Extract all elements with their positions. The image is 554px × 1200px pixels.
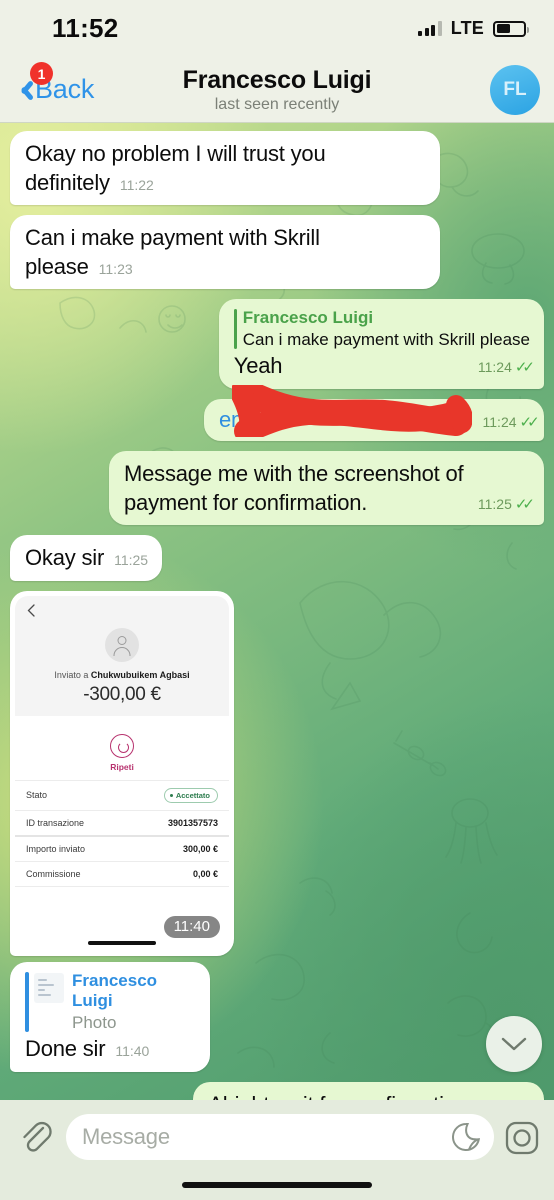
reply-thumbnail — [34, 972, 64, 1003]
reply-quote[interactable]: Francesco Luigi Photo — [25, 971, 196, 1033]
message-bubble-photo[interactable]: Inviato a Chukwubuikem Agbasi -300,00 € … — [10, 590, 234, 956]
message-bubble-outgoing-redacted[interactable]: emxxxxxxxxxxxxxxxxxxxm11:24✓✓ — [204, 384, 544, 442]
message-meta: 11:25 ✓✓ — [468, 495, 535, 514]
message-link-suffix[interactable]: m — [454, 407, 472, 432]
message-bubble-incoming[interactable]: Francesco Luigi Photo Done sir 11:40 — [10, 961, 210, 1072]
photo-timestamp: 11:40 — [163, 915, 220, 938]
message-time: 11:24 — [477, 359, 512, 376]
receipt-row: Stato Accettato — [15, 781, 229, 811]
receipt-row-key: Importo inviato — [26, 843, 86, 854]
message-time: 11:24 — [482, 413, 517, 430]
message-bubble-incoming[interactable]: Okay sir 11:25 — [10, 535, 163, 581]
message-text: Can i make payment with Skrill please — [25, 225, 320, 279]
receipt-topbar — [15, 595, 229, 626]
status-clock: 11:52 — [52, 13, 119, 43]
message-placeholder: Message — [82, 1124, 170, 1149]
receipt-row-value: 3901357573 — [167, 817, 218, 828]
message-text: Message me with the screenshot of paymen… — [124, 461, 464, 515]
back-chevron-icon — [12, 79, 34, 101]
status-bar: 11:52 LTE — [0, 0, 554, 57]
message-bubble-outgoing[interactable]: Francesco Luigi Can i make payment with … — [218, 299, 544, 389]
back-button[interactable]: Back 1 — [12, 62, 94, 105]
message-row: Francesco Luigi Can i make payment with … — [0, 299, 554, 389]
message-time: 11:22 — [119, 176, 154, 193]
sticker-icon[interactable] — [451, 1122, 481, 1152]
message-row: Can i make payment with Skrill please 11:… — [0, 215, 554, 290]
message-row: Inviato a Chukwubuikem Agbasi -300,00 € … — [0, 590, 554, 956]
camera-icon[interactable] — [504, 1120, 540, 1156]
chat-header: Back 1 Francesco Luigi last seen recentl… — [0, 57, 554, 123]
read-receipt-icon: ✓✓ — [514, 359, 535, 377]
reply-preview: Photo — [72, 1012, 117, 1032]
repeat-icon — [110, 733, 134, 758]
message-time: 11:25 — [477, 495, 512, 512]
receipt-row: ID transazione 3901357573 — [15, 811, 229, 837]
message-row: emxxxxxxxxxxxxxxxxxxxm11:24✓✓ — [0, 384, 554, 442]
receipt-repeat-action[interactable]: Ripeti — [15, 715, 229, 780]
chevron-down-icon — [501, 1037, 527, 1051]
battery-icon — [493, 20, 529, 37]
receipt-status-chip: Accettato — [163, 787, 218, 803]
reply-author: Francesco Luigi — [72, 970, 158, 1011]
message-text: Okay no problem I will trust you definit… — [25, 141, 326, 195]
message-bubble-outgoing[interactable]: Message me with the screenshot of paymen… — [109, 451, 544, 526]
receipt-amount: -300,00 € — [83, 683, 161, 705]
status-indicators: LTE — [418, 18, 529, 39]
message-time: 11:40 — [115, 1043, 150, 1060]
cellular-signal-icon — [418, 21, 442, 36]
receipt-home-indicator — [88, 940, 156, 945]
receipt-row-value: 0,00 € — [192, 868, 218, 879]
reply-author: Francesco Luigi — [242, 308, 374, 328]
receipt-row-key: Commissione — [26, 868, 81, 879]
receipt-recipient: Chukwubuikem Agbasi — [90, 669, 190, 680]
message-text: Okay sir — [25, 545, 105, 571]
message-text: Done sir — [25, 1036, 106, 1062]
reply-preview: Can i make payment with Skrill please — [242, 329, 530, 349]
telegram-chat-screen: 11:52 LTE Back 1 Francesco Luigi last se… — [0, 0, 554, 1200]
receipt-row-value: 300,00 € — [182, 843, 218, 854]
message-bubble-outgoing[interactable]: Alright wait for confirmation11:41✓✓ — [193, 1081, 544, 1100]
message-meta: 11:24 ✓✓ — [468, 358, 535, 377]
message-row: Message me with the screenshot of paymen… — [0, 451, 554, 526]
message-list[interactable]: Okay no problem I will trust you definit… — [0, 123, 554, 1100]
reply-quote[interactable]: Francesco Luigi Can i make payment with … — [233, 308, 530, 350]
message-time: 11:25 — [114, 552, 149, 569]
receipt-detail-rows: Stato Accettato ID transazione 390135757… — [15, 779, 229, 887]
receipt-sent-to: Inviato a Chukwubuikem Agbasi — [54, 669, 190, 680]
receipt-row: Importo inviato 300,00 € — [15, 837, 229, 862]
message-input-bar: Message — [0, 1100, 554, 1200]
payment-receipt-image: Inviato a Chukwubuikem Agbasi -300,00 € … — [15, 595, 229, 951]
home-indicator — [182, 1182, 372, 1188]
receipt-row: Commissione 0,00 € — [15, 862, 229, 887]
avatar[interactable]: FL — [490, 64, 540, 115]
receipt-header: Inviato a Chukwubuikem Agbasi -300,00 € — [15, 625, 229, 716]
scroll-to-bottom-button[interactable] — [486, 1016, 542, 1072]
repeat-label: Ripeti — [110, 761, 134, 772]
message-text: Alright wait for confirmation — [208, 1092, 468, 1100]
message-link-prefix[interactable]: em — [219, 407, 249, 432]
message-row: Okay no problem I will trust you definit… — [0, 131, 554, 206]
message-input[interactable]: Message — [66, 1114, 494, 1160]
message-bubble-incoming[interactable]: Okay no problem I will trust you definit… — [10, 131, 440, 206]
paperclip-icon[interactable] — [14, 1116, 56, 1158]
network-type-label: LTE — [450, 18, 484, 38]
receipt-back-chevron-icon — [27, 604, 35, 617]
message-bubble-incoming[interactable]: Can i make payment with Skrill please 11:… — [10, 215, 440, 290]
receipt-row-key: ID transazione — [26, 817, 85, 828]
message-row: Francesco Luigi Photo Done sir 11:40 — [0, 961, 554, 1072]
read-receipt-icon: ✓✓ — [519, 413, 540, 431]
message-row: Okay sir 11:25 — [0, 535, 554, 581]
read-receipt-icon: ✓✓ — [514, 495, 535, 513]
unread-badge: 1 — [30, 62, 53, 85]
receipt-row-key: Stato — [26, 790, 48, 801]
receipt-avatar-icon — [105, 627, 139, 662]
message-text: Yeah — [233, 353, 283, 379]
message-row: Alright wait for confirmation11:41✓✓ — [0, 1081, 554, 1100]
message-time: 11:23 — [98, 260, 133, 277]
